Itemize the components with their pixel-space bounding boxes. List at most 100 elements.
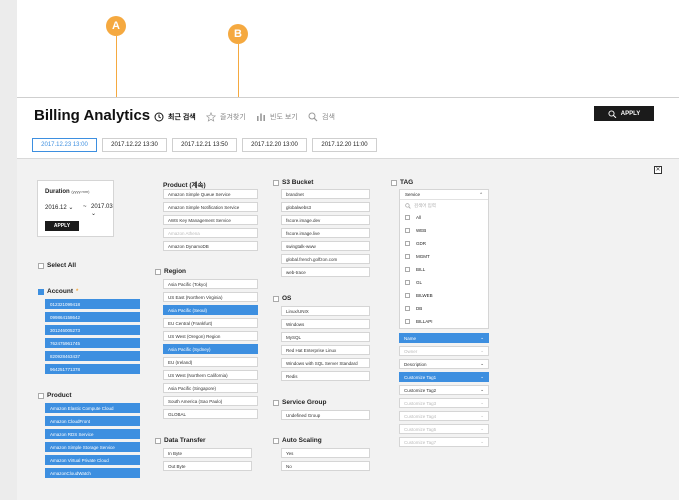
date-tab[interactable]: 2017.12.22 13:30 [102,138,167,152]
checkbox[interactable] [405,241,410,246]
list-item[interactable]: Out Byte [163,461,252,471]
checkbox[interactable] [38,288,44,295]
nav-favorites[interactable]: 즐겨찾기 [206,112,246,122]
product-section[interactable]: Product [38,392,72,399]
list-item[interactable]: Amazon Simple Queue Service [163,189,258,199]
list-item[interactable]: Amazon RDS Service [45,429,140,439]
list-item[interactable]: Red Hat Enterprise Linux [281,345,370,355]
list-item[interactable]: Asia Pacific (Singapore) [163,383,258,393]
region-section[interactable]: Region [155,268,186,275]
service-group-section[interactable]: Service Group [273,399,326,406]
list-item[interactable]: swingtalk-www [281,241,370,251]
nav-frequency[interactable]: 빈도 보기 [256,112,298,122]
select-all[interactable]: Select All [38,262,76,269]
tag-section[interactable]: TAG [391,179,413,186]
list-item[interactable]: Amazon CloudFront [45,416,140,426]
checkbox[interactable] [405,267,410,272]
list-item[interactable]: Amazon Virtual Private Cloud [45,455,140,465]
tag-option[interactable]: BILWEB [400,289,488,302]
list-item[interactable]: US East (Northern Virginia) [163,292,258,302]
list-item[interactable]: US West (Oregon) Region [163,331,258,341]
list-item[interactable]: EU (Ireland) [163,357,258,367]
tag-service-header[interactable]: Service ⌃ [400,190,488,200]
list-item[interactable]: Yes [281,448,370,458]
checkbox[interactable] [405,319,410,324]
tag-dropdown[interactable]: Description ⌄ [399,359,489,369]
list-item[interactable]: EU Central (Frankfurt) [163,318,258,328]
date-tab[interactable]: 2017.12.20 13:00 [242,138,307,152]
list-item[interactable]: 762475961745 [45,338,140,348]
account-section[interactable]: Account * [38,288,78,295]
list-item[interactable]: web-trace [281,267,370,277]
checkbox[interactable] [155,437,161,444]
checkbox[interactable] [405,228,410,233]
date-tab[interactable]: 2017.12.23 13:00 [32,138,97,152]
checkbox[interactable] [38,262,44,269]
list-item[interactable]: GLOBAL [163,409,258,419]
checkbox[interactable] [155,268,161,275]
nav-search[interactable]: 검색 [308,112,335,122]
duration-apply-button[interactable]: APPLY [45,221,79,231]
checkbox[interactable] [405,254,410,259]
tag-option[interactable]: BILLAPI [400,315,488,328]
list-item[interactable]: 012321099418 [45,299,140,309]
list-item[interactable]: Amazon Elastic Compute Cloud [45,403,140,413]
tag-dropdown[interactable]: Name ⌄ [399,333,489,343]
checkbox[interactable] [273,179,279,186]
tag-dropdown[interactable]: Customize Tag1 ⌄ [399,372,489,382]
tag-dropdown[interactable]: Customize Tag2 ⌄ [399,385,489,395]
list-item[interactable]: Undefined Group [281,410,370,420]
tag-dropdown[interactable]: Customize Tag5 ⌄ [399,424,489,434]
list-item[interactable]: 099864158642 [45,312,140,322]
tag-option[interactable]: DB [400,302,488,315]
list-item[interactable]: South America (Sao Paulo) [163,396,258,406]
nav-recent-search[interactable]: 최근 검색 [154,112,196,122]
date-tab[interactable]: 2017.12.20 11:00 [312,138,377,152]
tag-option[interactable]: WEB [400,224,488,237]
auto-scaling-section[interactable]: Auto Scaling [273,437,322,444]
list-item[interactable]: AmazonCloudWatch [45,468,140,478]
os-section[interactable]: OS [273,295,291,302]
tag-dropdown[interactable]: Owner ⌄ [399,346,489,356]
tag-option[interactable]: GL [400,276,488,289]
duration-to-select[interactable]: 2017.03 ⌄ [91,204,113,217]
tag-option[interactable]: GDR [400,237,488,250]
list-item[interactable]: Amazon Athena [163,228,258,238]
list-item[interactable]: Windows with SQL Server Standard [281,358,370,368]
list-item[interactable]: 301246005273 [45,325,140,335]
list-item[interactable]: Amazon Simple Storage Service [45,442,140,452]
checkbox[interactable] [273,399,279,406]
list-item[interactable]: Asia Pacific (Seoul) [163,305,258,315]
checkbox[interactable] [405,293,410,298]
list-item[interactable]: fscore.image.dev [281,215,370,225]
list-item[interactable]: Linux/UNIX [281,306,370,316]
list-item[interactable]: Asia Pacific (Sydney) [163,344,258,354]
checkbox[interactable] [273,437,279,444]
list-item[interactable]: 820928463437 [45,351,140,361]
date-tab[interactable]: 2017.12.21 13:50 [172,138,237,152]
tag-option[interactable]: BILL [400,263,488,276]
tag-dropdown[interactable]: Customize Tag7 ⌄ [399,437,489,447]
list-item[interactable]: Windows [281,319,370,329]
list-item[interactable]: Redis [281,371,370,381]
list-item[interactable]: Amazon DynamoDB [163,241,258,251]
list-item[interactable]: MySQL [281,332,370,342]
list-item[interactable]: fscore.image.live [281,228,370,238]
list-item[interactable]: AWS Key Management Service [163,215,258,225]
data-transfer-section[interactable]: Data Transfer [155,437,206,444]
apply-button[interactable]: APPLY [594,106,654,121]
list-item[interactable]: US West (Northern California) [163,370,258,380]
list-item[interactable]: global.french.golfzon.com [281,254,370,264]
checkbox[interactable] [38,392,44,399]
checkbox[interactable] [405,280,410,285]
checkbox[interactable] [405,215,410,220]
tag-option[interactable]: All [400,211,488,224]
list-item[interactable]: 964251771378 [45,364,140,374]
tag-option[interactable]: MGMT [400,250,488,263]
list-item[interactable]: No [281,461,370,471]
tag-dropdown[interactable]: Customize Tag4 ⌄ [399,411,489,421]
tag-dropdown[interactable]: Customize Tag3 ⌄ [399,398,489,408]
list-item[interactable]: In Byte [163,448,252,458]
duration-from-select[interactable]: 2016.12 ⌄ [45,204,73,211]
list-item[interactable]: Amazon Simple Notification Service [163,202,258,212]
